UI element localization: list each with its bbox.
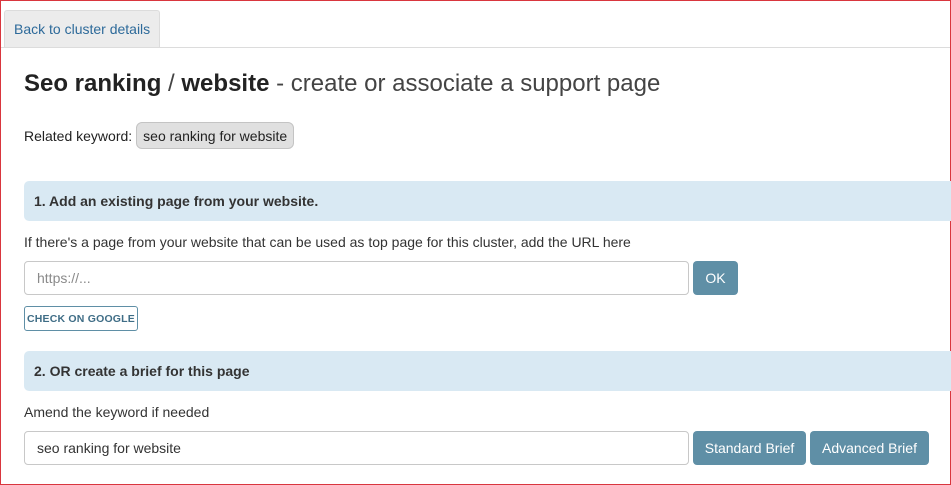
ok-button[interactable]: OK [693, 261, 738, 295]
related-keyword-chip: seo ranking for website [136, 122, 295, 149]
url-input[interactable] [24, 261, 689, 295]
section-create-brief-description: Amend the keyword if needed [24, 404, 210, 420]
page-subtitle: - create or associate a support page [276, 70, 661, 97]
section-existing-page-heading: 1. Add an existing page from your websit… [24, 181, 951, 221]
related-keyword-label: Related keyword: [24, 127, 133, 144]
title-separator: / [168, 70, 175, 97]
check-on-google-button[interactable]: CHECK ON GOOGLE [24, 306, 138, 331]
tab-bar: Back to cluster details [1, 1, 950, 48]
keyword-input[interactable] [24, 431, 689, 465]
page-title: Seo ranking / website - create or associ… [24, 69, 660, 99]
related-keyword-row: Related keyword: seo ranking for website [24, 121, 295, 150]
standard-brief-button[interactable]: Standard Brief [693, 431, 806, 465]
section-existing-page-description: If there's a page from your website that… [24, 234, 631, 250]
back-to-cluster-tab[interactable]: Back to cluster details [4, 10, 161, 47]
page-title-target: website [181, 70, 270, 97]
page-title-keyword: Seo ranking [24, 70, 162, 97]
section-create-brief-heading: 2. OR create a brief for this page [24, 351, 951, 391]
advanced-brief-button[interactable]: Advanced Brief [810, 431, 929, 465]
